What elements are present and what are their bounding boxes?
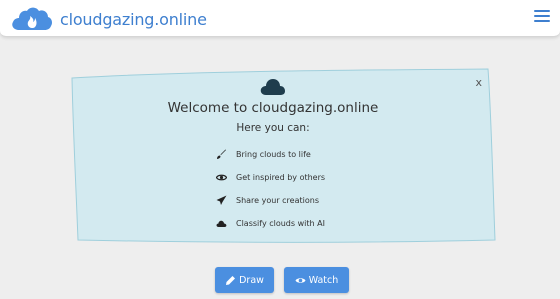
welcome-title: Welcome to cloudgazing.online [167, 100, 379, 116]
draw-label: Draw [239, 274, 264, 286]
close-button[interactable]: x [475, 76, 482, 89]
hamburger-icon [534, 10, 550, 12]
feature-item: Get inspired by others [216, 166, 325, 189]
cloud-icon [260, 79, 285, 95]
top-header: cloudgazing.online [0, 0, 560, 37]
feature-list: Bring clouds to life Get inspired by oth… [216, 143, 325, 235]
feature-text: Classify clouds with AI [236, 219, 325, 228]
paper-plane-icon [216, 195, 227, 206]
eye-icon [295, 277, 306, 283]
feature-item: Classify clouds with AI [216, 212, 325, 235]
logo-link[interactable]: cloudgazing.online [10, 6, 207, 32]
cloud-logo-icon [12, 7, 52, 30]
feature-item: Share your creations [216, 189, 325, 212]
feature-text: Bring clouds to life [236, 150, 311, 159]
feature-text: Share your creations [236, 196, 319, 205]
feature-text: Get inspired by others [236, 173, 326, 182]
eye-icon [216, 172, 227, 183]
feature-item: Bring clouds to life [216, 143, 325, 166]
pencil-icon [226, 275, 236, 285]
watch-label: Watch [308, 274, 339, 286]
menu-button[interactable] [534, 9, 550, 25]
welcome-subtitle: Here you can: [236, 122, 310, 134]
brush-icon [216, 149, 227, 160]
draw-button[interactable]: Draw [215, 267, 274, 293]
cloud-icon [216, 218, 227, 229]
welcome-card: x Welcome to cloudgazing.online Here you… [70, 68, 496, 244]
brand-name: cloudgazing.online [60, 9, 207, 29]
watch-button[interactable]: Watch [284, 267, 349, 293]
